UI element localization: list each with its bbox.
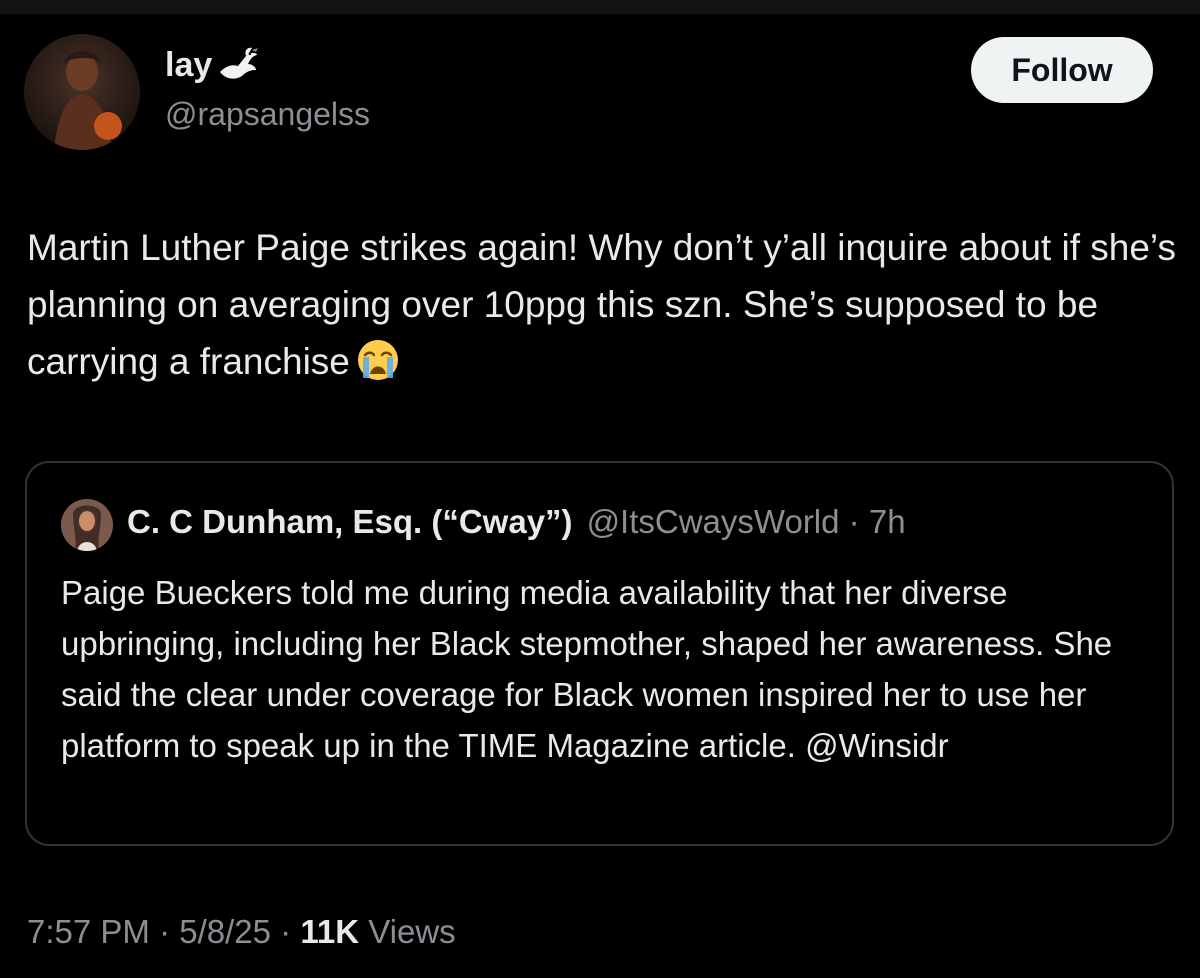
tweet-footer: 7:57 PM · 5/8/25 · 11K Views [27, 915, 456, 948]
author-name-text: lay [165, 46, 213, 84]
footer-separator-2: · [280, 913, 292, 950]
dove-icon [216, 46, 260, 84]
quoted-avatar-photo-icon [61, 499, 113, 551]
author-display-name[interactable]: lay [165, 46, 260, 84]
footer-separator-1: · [159, 913, 171, 950]
tweet-time[interactable]: 7:57 PM [27, 913, 150, 950]
views-label: Views [368, 913, 456, 950]
quoted-tweet-header: C. C Dunham, Esq. (“Cway”) @ItsCwaysWorl… [127, 505, 906, 538]
tweet-text: Martin Luther Paige strikes again! Why d… [27, 227, 1176, 382]
quoted-tweet-card[interactable]: C. C Dunham, Esq. (“Cway”) @ItsCwaysWorl… [25, 461, 1174, 846]
follow-button[interactable]: Follow [971, 37, 1153, 103]
quoted-author-handle[interactable]: @ItsCwaysWorld [587, 503, 840, 540]
views-count: 11K [300, 913, 360, 950]
quoted-separator: · [848, 503, 860, 540]
loudly-crying-face-icon [356, 338, 400, 382]
tweet-date[interactable]: 5/8/25 [179, 913, 271, 950]
author-avatar[interactable] [24, 34, 140, 150]
quoted-tweet-text: Paige Bueckers told me during media avai… [61, 574, 1113, 764]
tweet-body: Martin Luther Paige strikes again! Why d… [27, 219, 1177, 390]
top-bar [0, 0, 1200, 14]
author-handle[interactable]: @rapsangelss [165, 98, 370, 130]
quoted-author-avatar[interactable] [61, 499, 113, 551]
quoted-author-name[interactable]: C. C Dunham, Esq. (“Cway”) [127, 505, 573, 538]
quoted-time[interactable]: 7h [869, 503, 906, 540]
quoted-author-meta: @ItsCwaysWorld · 7h [587, 505, 906, 538]
avatar-photo-icon [24, 34, 140, 150]
